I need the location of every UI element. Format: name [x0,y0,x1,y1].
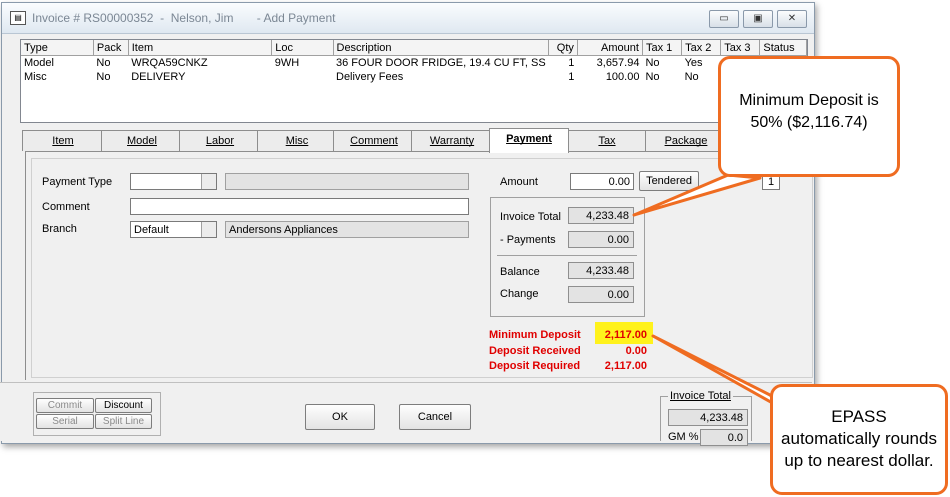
minimum-deposit-callout: Minimum Deposit is 50% ($2,116.74) [718,56,900,177]
callout-bottom-pointer [651,334,787,412]
rounding-callout: EPASS automatically rounds up to nearest… [770,384,948,495]
tab-payment[interactable]: Payment [489,128,569,153]
callout-top-pointer [632,173,762,217]
